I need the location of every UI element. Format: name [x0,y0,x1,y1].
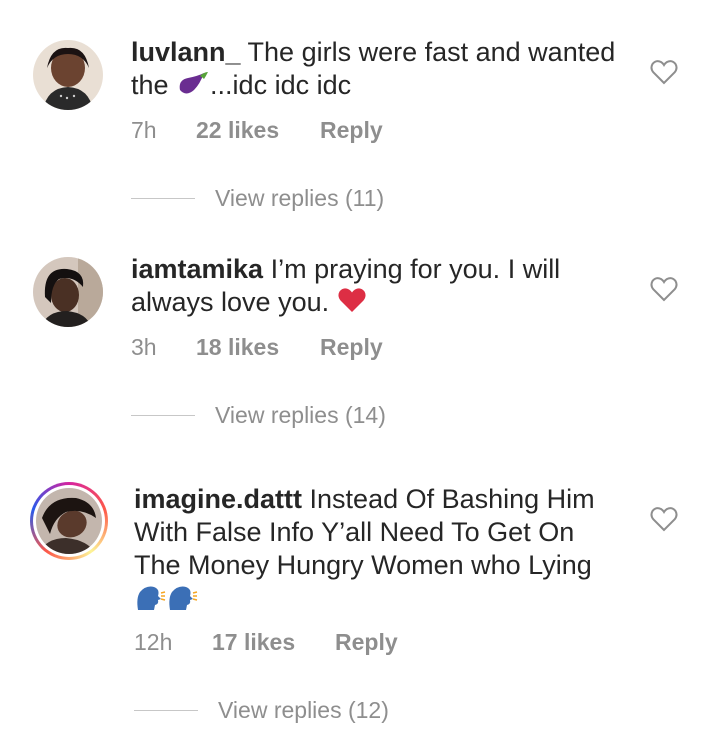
comment-text: luvlann_ The girls were fast and wanted … [131,36,631,104]
comment-time: 12h [134,629,173,655]
replies-divider [131,415,195,416]
comment-likes[interactable]: 18 likes [196,334,320,361]
avatar[interactable] [33,40,103,110]
view-replies-button[interactable]: View replies (14) [131,402,386,429]
replies-divider [131,198,195,199]
comment-time: 7h [131,117,157,143]
avatar[interactable] [33,257,103,327]
comment-body-end: ...idc idc idc [210,70,352,100]
speaking-head-icon [134,584,166,620]
replies-divider [134,710,198,711]
view-replies-label: View replies (14) [215,402,386,428]
comment-time: 3h [131,334,157,360]
comment-username[interactable]: iamtamika [131,254,263,284]
red-heart-icon [337,287,367,321]
like-heart-icon[interactable] [650,276,678,302]
emoji-row [134,584,614,620]
like-heart-icon[interactable] [650,59,678,85]
view-replies-button[interactable]: View replies (11) [131,185,384,212]
comment-meta: 3h 18 likes Reply [131,334,383,361]
comment-meta: 7h 22 likes Reply [131,117,383,144]
comment-text: iamtamika I’m praying for you. I will al… [131,253,631,321]
comment-text: imagine.dattt Instead Of Bashing Him Wit… [134,483,614,620]
avatar[interactable] [36,488,102,554]
speaking-head-icon [166,584,198,620]
comment-likes[interactable]: 17 likes [212,629,335,656]
like-heart-icon[interactable] [650,506,678,532]
view-replies-label: View replies (12) [218,697,389,723]
story-ring[interactable] [30,482,108,560]
reply-button[interactable]: Reply [335,629,398,656]
reply-button[interactable]: Reply [320,117,383,144]
comment-username[interactable]: luvlann_ [131,37,241,67]
comment-meta: 12h 17 likes Reply [134,629,398,656]
comment-username[interactable]: imagine.dattt [134,484,302,514]
reply-button[interactable]: Reply [320,334,383,361]
view-replies-button[interactable]: View replies (12) [134,697,389,724]
comment-likes[interactable]: 22 likes [196,117,320,144]
eggplant-icon [176,70,210,104]
view-replies-label: View replies (11) [215,185,385,211]
